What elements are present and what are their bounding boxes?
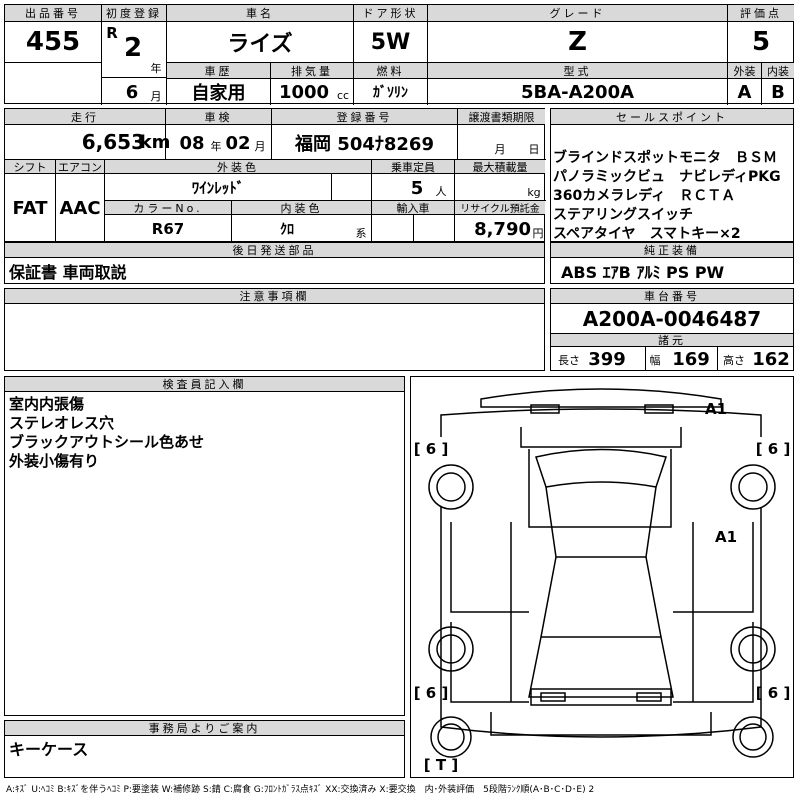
color-no-label: カラーNo. <box>105 201 231 215</box>
capacity-label: 乗車定員 <box>372 160 454 174</box>
inspector-notes: 検査員記入欄 室内内張傷 ステレオレス穴 ブラックアウトシール色あせ 外装小傷有… <box>4 376 405 716</box>
notes-label: 注意事項欄 <box>5 289 544 304</box>
sales-points-list: ブラインドスポットモニタ ＢＳＭ パノラミックビュ ナビレディPKG 360カメ… <box>553 149 781 244</box>
chassis-no: A200A-0046487 <box>582 307 762 331</box>
insp-month: 02 <box>225 132 251 154</box>
inspector-label: 検査員記入欄 <box>5 377 404 392</box>
recycle-fee: 8,790 <box>474 218 531 240</box>
interior-color-label: 内装色 <box>232 201 371 215</box>
model: 5BA-A200A <box>520 81 635 103</box>
tire-mark: [ 6 ] <box>413 440 449 458</box>
office-value: キーケース <box>9 740 89 759</box>
mileage: 6,653 <box>81 130 145 154</box>
grade: Z <box>568 27 587 57</box>
door: 5W <box>370 29 411 55</box>
sales-point-item: ステアリングスイッチ <box>553 207 693 223</box>
sales-points: セールスポイント ブラインドスポットモニタ ＢＳＭ パノラミックビュ ナビレディ… <box>550 108 794 242</box>
office-notice: 事務局よりご案内 キーケース <box>4 720 405 778</box>
inspector-list: 室内内張傷 ステレオレス穴 ブラックアウトシール色あせ 外装小傷有り <box>9 395 204 471</box>
tire-mark: [ 6 ] <box>413 684 449 702</box>
history-label: 車歴 <box>167 63 270 79</box>
height: 162 <box>752 348 790 370</box>
equipment-value: ABS ｴｱB ｱﾙﾐ PS PW <box>561 263 725 282</box>
damage-mark: A1 <box>704 400 728 418</box>
car-diagram: A1 A1 [ 6 ] [ 6 ] [ 6 ] [ 6 ] [ T ] <box>410 376 794 778</box>
later-parts-label: 後日発送部品 <box>5 243 544 258</box>
lot-no-label: 出品番号 <box>5 5 101 22</box>
transfer-label: 譲渡書類期限 <box>458 109 545 125</box>
vehicle-info-table: 走行 車検 登録番号 譲渡書類期限 6,653 km 08 年 02 月 福岡 … <box>4 108 546 243</box>
header-table: 出品番号 455 初度登録 R 2 年 6 月 車名 ライズ ドア形状 5W グ… <box>4 4 794 105</box>
displacement-label: 排気量 <box>271 63 353 79</box>
grade-label: グレード <box>428 5 727 22</box>
inspector-item: ブラックアウトシール色あせ <box>9 433 205 451</box>
ac: AAC <box>59 198 101 219</box>
car-name-label: 車名 <box>167 5 353 22</box>
color-label: 外装色 <box>105 160 371 174</box>
reg-year: 2 <box>123 33 143 63</box>
legend: A:ｷｽﾞ U:ﾍｺﾐ B:ｷｽﾞを伴うﾍｺﾐ P:要塗装 W:補修跡 S:錆 … <box>6 785 595 795</box>
score-label: 評価点 <box>728 5 794 22</box>
displacement: 1000 <box>278 81 330 103</box>
later-parts: 後日発送部品 保証書 車両取説 <box>4 242 545 284</box>
dims-label: 諸元 <box>551 333 793 347</box>
import-label: 輸入車 <box>372 201 454 215</box>
shift: FAT <box>12 198 48 219</box>
ac-label: エアコン <box>56 160 104 174</box>
inspector-item: 外装小傷有り <box>9 452 100 470</box>
model-label: 型式 <box>428 63 727 79</box>
interior-color: ｸﾛ <box>280 222 294 238</box>
first-reg-label: 初度登録 <box>102 5 166 22</box>
plate-label: 登録番号 <box>272 109 457 125</box>
length: 399 <box>588 348 626 370</box>
score: 5 <box>751 27 771 57</box>
recycle-label: リサイクル預託金 <box>455 201 545 215</box>
tire-mark: [ 6 ] <box>755 684 791 702</box>
door-label: ドア形状 <box>354 5 427 22</box>
load-label: 最大積載量 <box>455 160 545 174</box>
car-name: ライズ <box>227 32 293 57</box>
shift-label: シフト <box>5 160 55 174</box>
lot-no: 455 <box>25 27 81 57</box>
interior-label: 内装 <box>761 63 794 79</box>
equipment: 純正装備 ABS ｴｱB ｱﾙﾐ PS PW <box>550 242 794 284</box>
capacity: 5 <box>410 177 424 199</box>
notes: 注意事項欄 <box>4 288 545 371</box>
spare-mark: [ T ] <box>423 756 459 774</box>
equipment-label: 純正装備 <box>551 243 793 258</box>
car-outline-diagram <box>428 388 776 758</box>
office-label: 事務局よりご案内 <box>5 721 404 736</box>
sales-points-label: セールスポイント <box>551 109 793 125</box>
exterior-grade: A <box>737 81 752 103</box>
plate: 福岡 504ﾅ8269 <box>295 134 434 155</box>
sales-point-item: ブラインドスポットモニタ ＢＳＭ <box>553 150 777 166</box>
interior-grade: B <box>771 81 785 103</box>
chassis: 車台番号 A200A-0046487 諸元 長さ 399 幅 169 高さ 16… <box>550 288 794 371</box>
sales-point-item: 360カメラレディ ＲＣＴＡ <box>553 188 736 204</box>
later-parts-value: 保証書 車両取説 <box>9 263 127 282</box>
tire-mark: [ 6 ] <box>755 440 791 458</box>
reg-month: 6 <box>125 81 139 103</box>
inspector-item: 室内内張傷 <box>9 395 85 413</box>
fuel-label: 燃料 <box>354 63 427 79</box>
chassis-label: 車台番号 <box>551 289 793 304</box>
insp-year: 08 <box>179 132 205 154</box>
inspection-label: 車検 <box>166 109 271 125</box>
exterior-color: ﾜｲﾝﾚｯﾄﾞ <box>191 178 245 197</box>
mileage-label: 走行 <box>5 109 165 125</box>
inspector-item: ステレオレス穴 <box>9 414 115 432</box>
damage-mark: A1 <box>714 528 738 546</box>
color-no: R67 <box>151 220 185 238</box>
history: 自家用 <box>191 83 246 104</box>
sales-point-item: パノラミックビュ ナビレディPKG <box>553 169 781 185</box>
width: 169 <box>672 348 710 370</box>
fuel: ｶﾞｿﾘﾝ <box>373 85 408 101</box>
exterior-label: 外装 <box>728 63 761 79</box>
